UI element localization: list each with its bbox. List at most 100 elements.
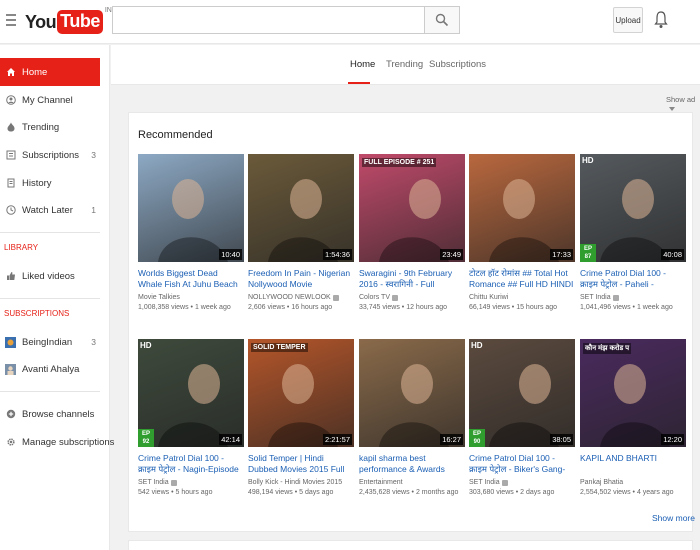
hamburger-menu-icon[interactable] bbox=[6, 14, 16, 28]
video-title[interactable]: टोटल हॉट रोमांस ## Total Hot Romance ## … bbox=[469, 268, 575, 290]
video-title[interactable]: Freedom In Pain - Nigerian Nollywood Mov… bbox=[248, 268, 354, 290]
episode-badge: EP 92 bbox=[138, 429, 154, 447]
sidebar-item-label: Subscriptions bbox=[22, 149, 80, 161]
upload-age: 2 days ago bbox=[520, 489, 555, 496]
sidebar-item-browse-channels[interactable]: Browse channels bbox=[0, 400, 100, 428]
logo-you: You bbox=[25, 11, 57, 32]
video-title[interactable]: Crime Patrol Dial 100 - क्राइम पेट्रोल -… bbox=[469, 453, 575, 475]
sidebar-item-label: History bbox=[22, 177, 52, 189]
video-channel[interactable]: Colors TV bbox=[359, 294, 465, 301]
channel-name[interactable]: Movie Talkies bbox=[138, 294, 180, 301]
video-card[interactable]: HD EP 90 38:05 Crime Patrol Dial 100 - क्रा… bbox=[469, 339, 575, 496]
video-card[interactable]: 1:54:36 Freedom In Pain - Nigerian Nollyw… bbox=[248, 154, 354, 311]
video-title[interactable]: Worlds Biggest Dead Whale Fish At Juhu B… bbox=[138, 268, 244, 290]
upload-age: 4 years ago bbox=[636, 489, 674, 496]
gear-icon bbox=[6, 437, 16, 447]
tab-home[interactable]: Home bbox=[350, 59, 375, 70]
channel-name[interactable]: Pankaj Bhatia bbox=[580, 479, 623, 486]
video-meta: 33,745 views • 12 hours ago bbox=[359, 304, 465, 311]
video-duration: 10:40 bbox=[219, 249, 242, 260]
video-channel[interactable]: SET India bbox=[580, 294, 686, 301]
video-title[interactable]: KAPIL AND BHARTI bbox=[580, 453, 686, 475]
show-more-link[interactable]: Show more bbox=[652, 513, 695, 523]
sidebar-item-my-channel[interactable]: My Channel bbox=[0, 86, 100, 114]
thumbnail-art bbox=[379, 179, 449, 262]
video-card[interactable]: HD EP 92 42:14 Crime Patrol Dial 100 - क्रा… bbox=[138, 339, 244, 496]
video-channel[interactable]: Bolly Kick - Hindi Movies 2015 bbox=[248, 479, 354, 486]
show-ad-toggle[interactable]: Show ad bbox=[666, 95, 700, 113]
view-count: 33,745 views bbox=[359, 304, 400, 311]
video-thumbnail[interactable]: HD EP 92 42:14 bbox=[138, 339, 244, 447]
video-card[interactable]: FULL EPISODE # 251 23:49 Swaragini - 9th F… bbox=[359, 154, 465, 311]
view-count: 498,194 views bbox=[248, 489, 293, 496]
video-card[interactable]: कौन मंझ करोड प 12:20 KAPIL AND BHARTI Panka… bbox=[580, 339, 686, 496]
sidebar-item-beingindian[interactable]: BeingIndian 3 bbox=[0, 328, 100, 356]
view-count: 303,680 views bbox=[469, 489, 514, 496]
verified-badge-icon bbox=[392, 294, 398, 301]
sidebar-item-home[interactable]: Home bbox=[0, 58, 100, 86]
top-header: You Tube IN Upload bbox=[0, 0, 700, 44]
video-card[interactable]: HD EP 87 40:08 Crime Patrol Dial 100 - क्रा… bbox=[580, 154, 686, 311]
video-channel[interactable]: Movie Talkies bbox=[138, 294, 244, 301]
video-title[interactable]: Solid Temper | Hindi Dubbed Movies 2015 … bbox=[248, 453, 354, 475]
thumbs-up-icon bbox=[6, 271, 16, 281]
library-heading: LIBRARY bbox=[4, 243, 39, 252]
channel-name[interactable]: SET India bbox=[580, 294, 611, 301]
video-title[interactable]: Crime Patrol Dial 100 - क्राइम पेट्रोल -… bbox=[138, 453, 244, 475]
channel-name[interactable]: Bolly Kick - Hindi Movies 2015 bbox=[248, 479, 342, 486]
sidebar-item-trending[interactable]: Trending bbox=[0, 113, 100, 141]
channel-name[interactable]: NOLLYWOOD NEWLOOK bbox=[248, 294, 331, 301]
video-thumbnail[interactable]: कौन मंझ करोड प 12:20 bbox=[580, 339, 686, 447]
search-input[interactable] bbox=[113, 7, 424, 33]
upload-button[interactable]: Upload bbox=[613, 7, 643, 33]
upload-age: 12 hours ago bbox=[406, 304, 448, 311]
sidebar-item-watch-later[interactable]: Watch Later 1 bbox=[0, 196, 100, 224]
video-channel[interactable]: SET India bbox=[138, 479, 244, 486]
video-channel[interactable]: SET India bbox=[469, 479, 575, 486]
logo-tube: Tube bbox=[57, 10, 103, 34]
tab-trending[interactable]: Trending bbox=[386, 59, 423, 70]
video-duration: 17:33 bbox=[550, 249, 573, 260]
upload-age: 2 months ago bbox=[415, 489, 459, 496]
video-card[interactable]: 17:33 टोटल हॉट रोमांस ## Total Hot Romanc… bbox=[469, 154, 575, 311]
video-channel[interactable]: Pankaj Bhatia bbox=[580, 479, 686, 486]
video-thumbnail[interactable]: 17:33 bbox=[469, 154, 575, 262]
video-thumbnail[interactable]: HD EP 87 40:08 bbox=[580, 154, 686, 262]
video-thumbnail[interactable]: 16:27 bbox=[359, 339, 465, 447]
video-channel[interactable]: Chittu Kuriwi bbox=[469, 294, 575, 301]
sidebar-item-label: Home bbox=[22, 66, 48, 78]
video-channel[interactable]: Entertainment bbox=[359, 479, 465, 486]
sidebar-item-subscriptions[interactable]: Subscriptions 3 bbox=[0, 141, 100, 169]
video-title[interactable]: kapil sharma best performance & Awards 2… bbox=[359, 453, 465, 475]
sidebar-item-manage-subscriptions[interactable]: Manage subscriptions bbox=[0, 428, 114, 456]
video-thumbnail[interactable]: 1:54:36 bbox=[248, 154, 354, 262]
video-title[interactable]: Crime Patrol Dial 100 - क्राइम पेट्रोल -… bbox=[580, 268, 686, 290]
video-card[interactable]: SOLID TEMPER 2:21:57 Solid Temper | Hindi … bbox=[248, 339, 354, 496]
video-thumbnail[interactable]: SOLID TEMPER 2:21:57 bbox=[248, 339, 354, 447]
youtube-logo[interactable]: You Tube IN bbox=[25, 7, 112, 35]
sidebar-item-label: Liked videos bbox=[22, 270, 75, 282]
search-button[interactable] bbox=[424, 6, 460, 34]
video-thumbnail[interactable]: FULL EPISODE # 251 23:49 bbox=[359, 154, 465, 262]
sidebar-item-liked-videos[interactable]: Liked videos bbox=[0, 262, 100, 290]
channel-name[interactable]: Colors TV bbox=[359, 294, 390, 301]
video-card[interactable]: 10:40 Worlds Biggest Dead Whale Fish At J… bbox=[138, 154, 244, 311]
channel-name[interactable]: Chittu Kuriwi bbox=[469, 294, 508, 301]
sidebar-item-avanti-ahalya[interactable]: Avanti Ahalya bbox=[0, 355, 100, 383]
video-channel[interactable]: NOLLYWOOD NEWLOOK bbox=[248, 294, 354, 301]
video-thumbnail[interactable]: HD EP 90 38:05 bbox=[469, 339, 575, 447]
hd-badge: HD bbox=[471, 341, 483, 350]
channel-name[interactable]: SET India bbox=[469, 479, 500, 486]
video-card[interactable]: 16:27 kapil sharma best performance & Awa… bbox=[359, 339, 465, 496]
channel-name[interactable]: SET India bbox=[138, 479, 169, 486]
notifications-bell-icon[interactable] bbox=[654, 10, 668, 30]
logo-country-code: IN bbox=[104, 7, 112, 14]
thumbnail-art bbox=[158, 179, 228, 262]
sidebar-item-history[interactable]: History bbox=[0, 169, 100, 197]
video-title[interactable]: Swaragini - 9th February 2016 - स्वरागिन… bbox=[359, 268, 465, 290]
video-thumbnail[interactable]: 10:40 bbox=[138, 154, 244, 262]
tab-subscriptions[interactable]: Subscriptions bbox=[429, 59, 486, 70]
thumbnail-banner-text: कौन मंझ करोड प bbox=[583, 343, 632, 354]
channel-name[interactable]: Entertainment bbox=[359, 479, 403, 486]
view-count: 2,435,628 views bbox=[359, 489, 410, 496]
